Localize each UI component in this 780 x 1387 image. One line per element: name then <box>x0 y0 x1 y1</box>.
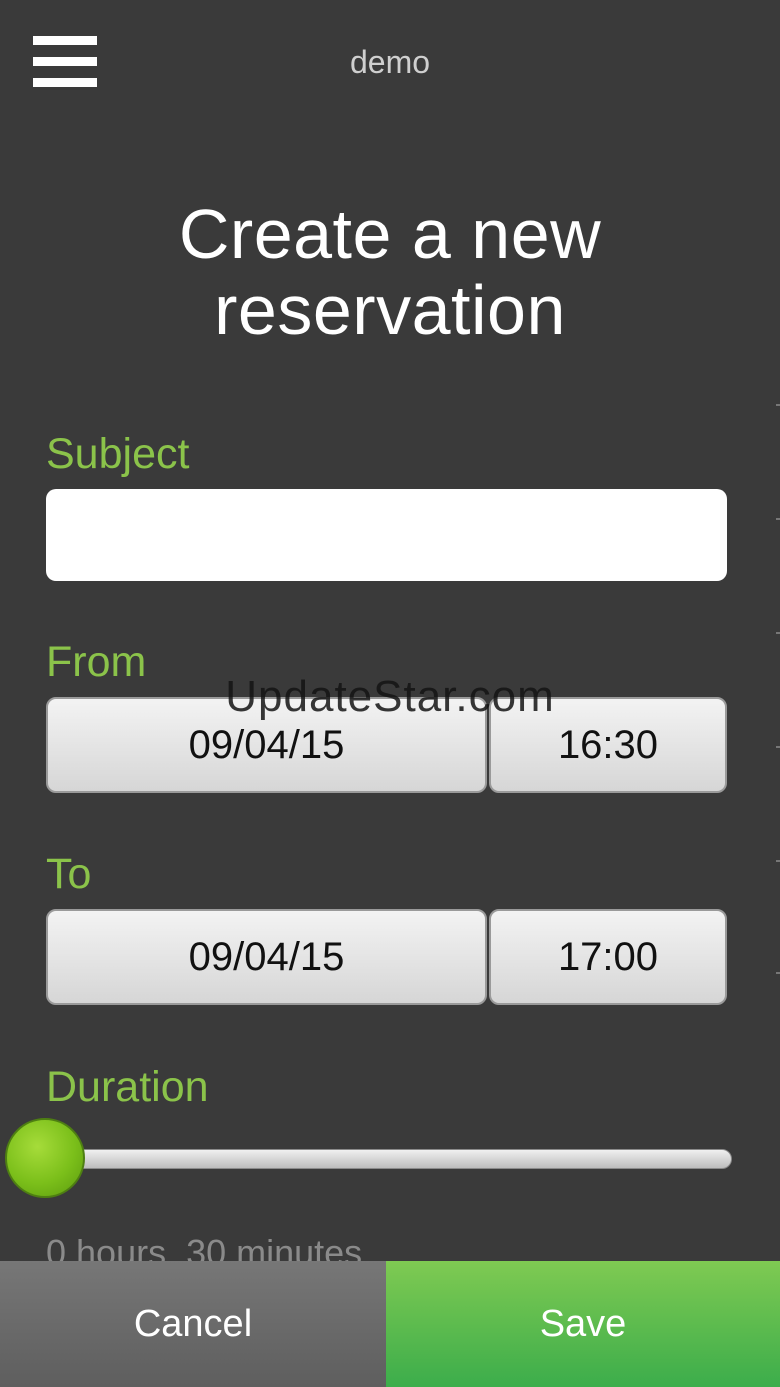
subject-input[interactable] <box>46 489 727 581</box>
bottom-action-bar: Cancel Save <box>0 1261 780 1387</box>
app-title: demo <box>349 44 431 80</box>
save-button[interactable]: Save <box>386 1261 780 1387</box>
cancel-button[interactable]: Cancel <box>0 1261 386 1387</box>
page-title-line-2: reservation <box>214 271 566 349</box>
edge-tick <box>776 404 780 406</box>
duration-slider-thumb[interactable] <box>5 1118 85 1198</box>
page-title-line-1: Create a new <box>178 195 602 273</box>
from-label: From <box>46 638 147 686</box>
from-time-picker[interactable]: 16:30 <box>489 697 727 793</box>
to-time-picker[interactable]: 17:00 <box>489 909 727 1005</box>
duration-slider-track[interactable] <box>40 1149 732 1169</box>
edge-tick <box>776 518 780 520</box>
duration-label: Duration <box>46 1063 209 1111</box>
subject-label: Subject <box>46 430 190 478</box>
edge-tick <box>776 972 780 974</box>
edge-tick <box>776 746 780 748</box>
page-title: Create a new reservation <box>40 196 740 348</box>
from-date-picker[interactable]: 09/04/15 <box>46 697 487 793</box>
edge-tick <box>776 632 780 634</box>
to-date-picker[interactable]: 09/04/15 <box>46 909 487 1005</box>
to-label: To <box>46 850 92 898</box>
top-bar: demo <box>0 0 780 130</box>
edge-tick <box>776 860 780 862</box>
